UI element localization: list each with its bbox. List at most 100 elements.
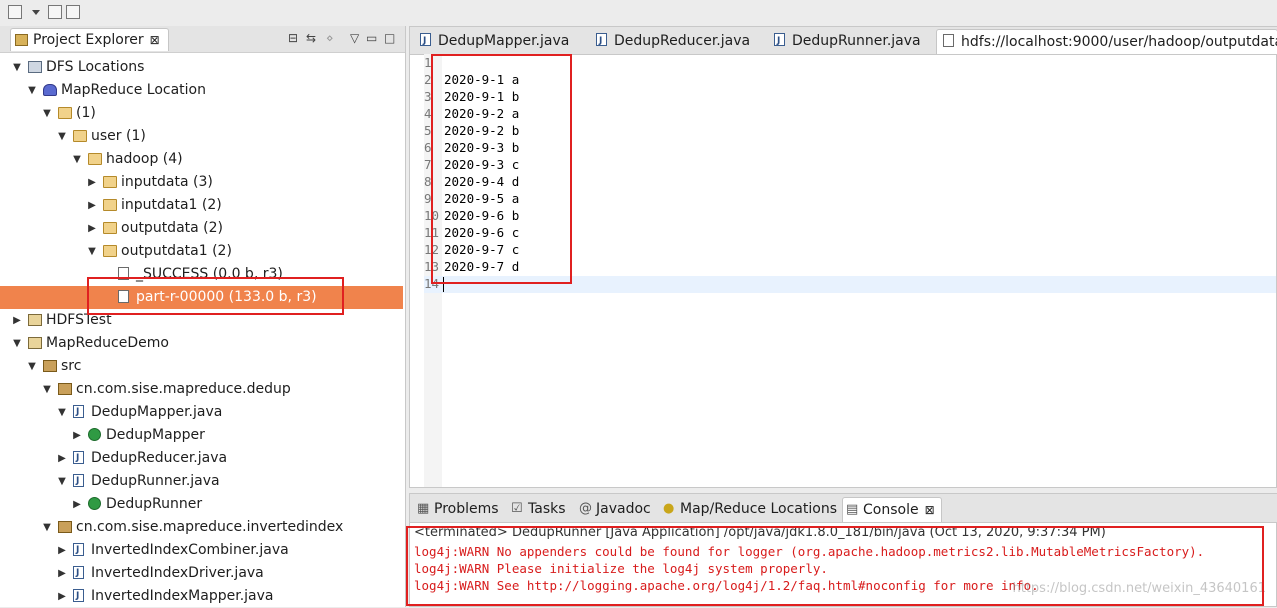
line-number: 3 bbox=[424, 89, 432, 104]
tree-item-label: InvertedIndexCombiner.java bbox=[91, 542, 289, 558]
project-explorer-icon bbox=[15, 34, 28, 46]
tree-item-label: InvertedIndexDriver.java bbox=[91, 565, 264, 581]
tab-map-reduce-locations[interactable]: ● Map/Reduce Locations bbox=[660, 497, 837, 522]
main-toolbar bbox=[0, 0, 1277, 26]
tab-label: Map/Reduce Locations bbox=[680, 501, 838, 517]
tree-item[interactable]: ▼ MapReduceDemo bbox=[0, 332, 403, 355]
expanded-arrow-icon[interactable]: ▼ bbox=[42, 378, 52, 401]
expanded-arrow-icon[interactable]: ▼ bbox=[42, 516, 52, 539]
collapsed-arrow-icon[interactable]: ▶ bbox=[12, 309, 22, 332]
tab-problems[interactable]: ▦ Problems bbox=[414, 497, 499, 522]
tree-item[interactable]: ▼ MapReduce Location bbox=[0, 79, 403, 102]
java-file-icon bbox=[73, 585, 84, 608]
collapsed-arrow-icon[interactable]: ▶ bbox=[72, 493, 82, 516]
expanded-arrow-icon[interactable]: ▼ bbox=[27, 79, 37, 102]
java-file-icon bbox=[73, 470, 84, 493]
tree-item[interactable]: ▼ DedupRunner.java bbox=[0, 470, 403, 493]
tab-label: hdfs://localhost:9000/user/hadoop/output… bbox=[961, 34, 1277, 50]
collapsed-arrow-icon[interactable]: ▶ bbox=[72, 424, 82, 447]
new-wizard-icon[interactable] bbox=[8, 5, 22, 19]
expanded-arrow-icon[interactable]: ▼ bbox=[57, 401, 67, 424]
tree-item[interactable]: ▼ cn.com.sise.mapreduce.dedup bbox=[0, 378, 403, 401]
chevron-down-icon[interactable] bbox=[32, 10, 40, 15]
tree-item[interactable]: ▶ InvertedIndexCombiner.java bbox=[0, 539, 403, 562]
java-file-icon bbox=[774, 29, 785, 53]
tab-hdfs-output[interactable]: hdfs://localhost:9000/user/hadoop/output… bbox=[936, 29, 1277, 54]
expanded-arrow-icon[interactable]: ▼ bbox=[87, 240, 97, 263]
tree-item-label: InvertedIndexMapper.java bbox=[91, 588, 274, 604]
line-number: 2 bbox=[424, 72, 432, 87]
tab-label: Problems bbox=[434, 501, 499, 517]
collapsed-arrow-icon[interactable]: ▶ bbox=[57, 539, 67, 562]
tree-item[interactable]: ▼ DFS Locations bbox=[0, 56, 403, 79]
expanded-arrow-icon[interactable]: ▼ bbox=[27, 355, 37, 378]
tree-item[interactable]: ▶ inputdata (3) bbox=[0, 171, 403, 194]
tree-item[interactable]: ▼ outputdata1 (2) bbox=[0, 240, 403, 263]
tab-dedupreducer-java[interactable]: DedupReducer.java bbox=[590, 29, 760, 54]
tree-item[interactable]: ▶ inputdata1 (2) bbox=[0, 194, 403, 217]
tree-item[interactable]: ▼ DedupMapper.java bbox=[0, 401, 403, 424]
tree-item[interactable]: ▼ (1) bbox=[0, 102, 403, 125]
expanded-arrow-icon[interactable]: ▼ bbox=[57, 470, 67, 493]
close-icon[interactable]: ⊠ bbox=[150, 33, 160, 47]
warning-line: log4j:WARN No appenders could be found f… bbox=[414, 544, 1205, 559]
tab-deduprunner-java[interactable]: DedupRunner.java bbox=[768, 29, 938, 54]
tab-dedupmapper-java[interactable]: DedupMapper.java bbox=[414, 29, 584, 54]
expanded-arrow-icon[interactable]: ▼ bbox=[12, 332, 22, 355]
tree-item[interactable]: ▶ HDFSTest bbox=[0, 309, 403, 332]
class-icon bbox=[88, 428, 101, 441]
line-number: 13 bbox=[424, 259, 440, 274]
tree-item[interactable]: ▼ user (1) bbox=[0, 125, 403, 148]
collapsed-arrow-icon[interactable]: ▶ bbox=[87, 217, 97, 240]
tree-item[interactable]: ▶ DedupMapper bbox=[0, 424, 403, 447]
tree-item[interactable]: ▼ hadoop (4) bbox=[0, 148, 403, 171]
package-icon bbox=[58, 383, 72, 395]
tree-item[interactable]: ▶ InvertedIndexMapper.java bbox=[0, 585, 403, 608]
tree-item[interactable]: ▼ src bbox=[0, 355, 403, 378]
line-number: 6 bbox=[424, 140, 432, 155]
project-explorer-header: Project Explorer ⊠ ⊟ ⇆ ⋄ ▽ ▭ □ bbox=[0, 26, 405, 53]
tree-item-label: DFS Locations bbox=[46, 59, 145, 75]
file-icon bbox=[943, 34, 954, 47]
collapsed-arrow-icon[interactable]: ▶ bbox=[57, 585, 67, 608]
tree-item[interactable]: ▶ DedupReducer.java bbox=[0, 447, 403, 470]
link-with-editor-icon[interactable]: ⇆ bbox=[306, 31, 316, 45]
expanded-arrow-icon[interactable]: ▼ bbox=[12, 56, 22, 79]
tree-item-label: outputdata1 (2) bbox=[121, 243, 232, 259]
tab-project-explorer[interactable]: Project Explorer ⊠ bbox=[10, 28, 169, 51]
tab-console[interactable]: ▤ Console ⊠ bbox=[842, 497, 942, 522]
tree-item-label: HDFSTest bbox=[46, 312, 112, 328]
tab-tasks[interactable]: ☑ Tasks bbox=[508, 497, 566, 522]
tab-label: DedupMapper.java bbox=[438, 33, 570, 49]
tree-item[interactable]: part-r-00000 (133.0 b, r3) bbox=[0, 286, 403, 309]
collapse-all-icon[interactable]: ⊟ bbox=[288, 31, 298, 45]
tree-item-label: inputdata (3) bbox=[121, 174, 213, 190]
collapsed-arrow-icon[interactable]: ▶ bbox=[57, 562, 67, 585]
minimize-icon[interactable]: ▭ bbox=[366, 31, 377, 45]
filter-icon[interactable]: ⋄ bbox=[326, 31, 334, 45]
save-all-icon[interactable] bbox=[66, 5, 80, 19]
tree-item[interactable]: ▶ outputdata (2) bbox=[0, 217, 403, 240]
tree-item[interactable]: _SUCCESS (0.0 b, r3) bbox=[0, 263, 403, 286]
folder-icon bbox=[103, 245, 117, 257]
bottom-tabs: ▦ Problems ☑ Tasks @ Javadoc ● Map/Reduce Locat… bbox=[410, 494, 1277, 523]
expanded-arrow-icon[interactable]: ▼ bbox=[72, 148, 82, 171]
tree-item[interactable]: ▶ InvertedIndexDriver.java bbox=[0, 562, 403, 585]
tree-item-label: DedupMapper bbox=[106, 427, 205, 443]
tree-item[interactable]: ▼ cn.com.sise.mapreduce.invertedindex bbox=[0, 516, 403, 539]
expanded-arrow-icon[interactable]: ▼ bbox=[42, 102, 52, 125]
elephant-icon bbox=[43, 84, 57, 96]
expanded-arrow-icon[interactable]: ▼ bbox=[57, 125, 67, 148]
tree-item[interactable]: ▶ DedupRunner bbox=[0, 493, 403, 516]
tab-javadoc[interactable]: @ Javadoc bbox=[576, 497, 651, 522]
collapsed-arrow-icon[interactable]: ▶ bbox=[87, 194, 97, 217]
collapsed-arrow-icon[interactable]: ▶ bbox=[87, 171, 97, 194]
package-icon bbox=[58, 521, 72, 533]
save-icon[interactable] bbox=[48, 5, 62, 19]
tree-item-label: src bbox=[61, 358, 82, 374]
line-number: 10 bbox=[424, 208, 440, 223]
view-menu-icon[interactable]: ▽ bbox=[350, 31, 359, 45]
maximize-icon[interactable]: □ bbox=[384, 31, 395, 45]
collapsed-arrow-icon[interactable]: ▶ bbox=[57, 447, 67, 470]
close-icon[interactable]: ⊠ bbox=[925, 503, 935, 517]
